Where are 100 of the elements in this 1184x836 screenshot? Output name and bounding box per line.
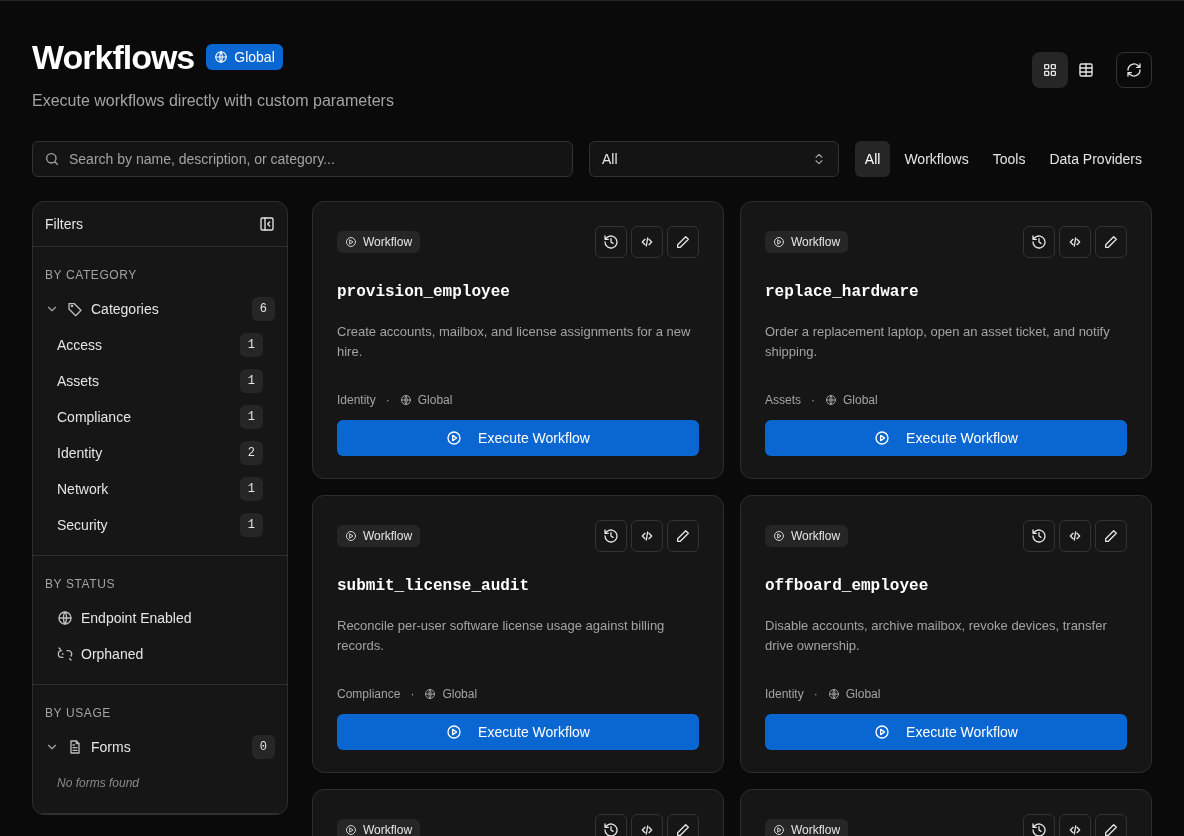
play-icon — [446, 724, 463, 740]
code-icon — [1067, 822, 1083, 836]
scope-label: Global — [417, 392, 453, 408]
page-title: Workflows — [32, 37, 195, 77]
globe-icon — [827, 688, 840, 700]
history-icon — [1031, 234, 1047, 250]
count-badge: 1 — [239, 513, 263, 537]
globe-icon — [214, 50, 229, 64]
workflow-name: replace_hardware — [765, 282, 920, 303]
separator-dot: · — [384, 392, 391, 408]
filter-item[interactable]: Access 1 — [33, 327, 287, 363]
scope-label: Global — [442, 686, 478, 702]
filter-item[interactable]: Assets 1 — [33, 363, 287, 399]
status-filter[interactable]: Endpoint Enabled — [81, 608, 192, 628]
section-heading: BY STATUS — [44, 576, 117, 592]
code-icon — [639, 234, 655, 250]
category-label: Compliance — [337, 686, 401, 702]
pencil-icon — [675, 234, 691, 250]
code-button[interactable] — [1059, 520, 1091, 552]
code-icon — [1067, 528, 1083, 544]
grid-view-icon — [1042, 62, 1058, 78]
filter-tab[interactable]: Data Providers — [1039, 141, 1152, 177]
play-icon — [345, 236, 357, 248]
filter-tab[interactable]: All — [854, 141, 891, 177]
table-view-icon — [1078, 62, 1094, 78]
history-button[interactable] — [1023, 226, 1055, 258]
execute-button[interactable]: Execute Workflow — [765, 420, 1127, 456]
history-button[interactable] — [595, 520, 627, 552]
play-icon — [446, 430, 463, 446]
empty-message: No forms found — [56, 775, 141, 792]
play-icon — [773, 236, 785, 248]
workflow-name: provision_employee — [337, 282, 511, 303]
filter-item[interactable]: Compliance 1 — [33, 399, 287, 435]
refresh-button[interactable] — [1116, 52, 1152, 88]
scope-label: Global — [845, 686, 881, 702]
collapse-panel-icon[interactable] — [259, 216, 275, 232]
filters-title: Filters — [45, 215, 84, 234]
edit-button[interactable] — [1095, 226, 1127, 258]
play-icon — [874, 430, 891, 446]
globe-icon — [825, 394, 837, 406]
play-icon — [773, 530, 785, 542]
code-icon — [639, 528, 655, 544]
type-badge: Workflow — [337, 525, 421, 547]
filter-tab[interactable]: Workflows — [894, 141, 979, 177]
execute-button[interactable]: Execute Workflow — [337, 714, 699, 750]
history-icon — [603, 528, 619, 544]
execute-button[interactable]: Execute Workflow — [765, 714, 1127, 750]
search-field[interactable]: Search by name, description, or category... — [32, 141, 573, 177]
history-icon — [1031, 528, 1047, 544]
group-label[interactable]: Categories — [91, 299, 159, 319]
search-icon — [44, 151, 60, 167]
filter-item[interactable]: Identity 2 — [33, 435, 287, 471]
filter-item[interactable]: Network 1 — [33, 471, 287, 507]
separator-dot: · — [409, 686, 416, 702]
broken-link-icon — [57, 646, 73, 662]
scope-badge: Global — [206, 44, 283, 70]
code-icon — [1067, 234, 1083, 250]
grid-view-button[interactable] — [1032, 52, 1068, 88]
type-badge: Workflow — [765, 231, 849, 253]
count-badge: 6 — [251, 297, 275, 321]
history-button[interactable] — [595, 226, 627, 258]
type-badge: Workflow — [765, 525, 849, 547]
code-button[interactable] — [631, 520, 663, 552]
history-icon — [603, 822, 619, 836]
pencil-icon — [1103, 822, 1119, 836]
status-filter[interactable]: Orphaned — [81, 644, 144, 664]
workflow-description: Reconcile per-user software license usage against billing records. — [337, 617, 666, 655]
scope-label: Global — [843, 392, 878, 408]
type-badge: Workflow — [337, 819, 421, 836]
filter-item[interactable]: Security 1 — [33, 507, 287, 543]
globe-icon — [57, 610, 73, 626]
code-button[interactable] — [1059, 226, 1091, 258]
globe-icon — [399, 394, 412, 406]
pencil-icon — [675, 528, 691, 544]
section-heading: BY USAGE — [44, 705, 112, 721]
globe-icon — [424, 688, 437, 700]
play-icon — [345, 824, 357, 836]
execute-button[interactable]: Execute Workflow — [337, 420, 699, 456]
type-select[interactable]: All — [589, 141, 839, 177]
edit-button[interactable] — [667, 520, 699, 552]
code-button[interactable] — [631, 226, 663, 258]
pencil-icon — [1103, 234, 1119, 250]
section-heading: BY CATEGORY — [44, 267, 138, 283]
pencil-icon — [1103, 528, 1119, 544]
play-icon — [345, 530, 357, 542]
edit-button[interactable] — [667, 226, 699, 258]
play-icon — [874, 724, 891, 740]
workflow-description: Create accounts, mailbox, and license assignments for a new hire. — [337, 323, 692, 361]
count-badge: 1 — [239, 405, 263, 429]
filter-tab[interactable]: Tools — [982, 141, 1036, 177]
count-badge: 1 — [239, 369, 263, 393]
group-label[interactable]: Forms — [91, 737, 131, 757]
workflow-name: submit_license_audit — [337, 576, 531, 597]
history-icon — [603, 234, 619, 250]
code-icon — [639, 822, 655, 836]
separator-dot: · — [810, 392, 816, 408]
workflow-description: Order a replacement laptop, open an asset ticket, and notify shipping. — [765, 323, 1111, 361]
edit-button[interactable] — [1095, 520, 1127, 552]
tag-icon — [67, 301, 83, 317]
history-button[interactable] — [1023, 520, 1055, 552]
